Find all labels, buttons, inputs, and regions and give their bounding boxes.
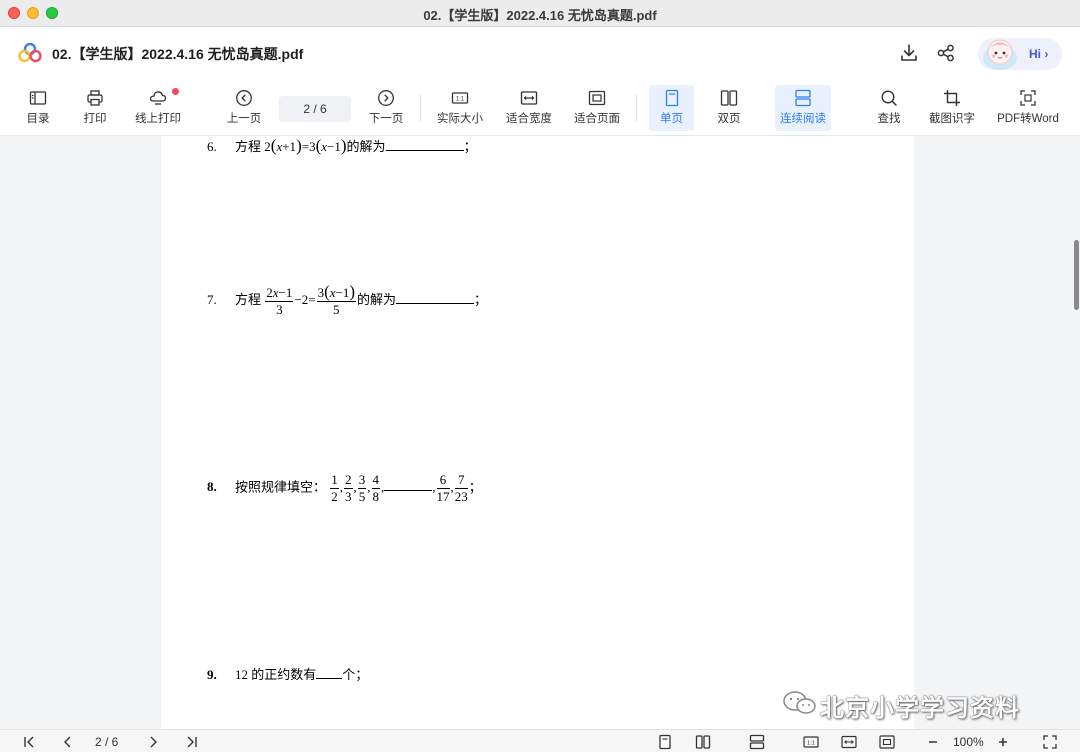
answer-blank <box>385 150 464 151</box>
toolbar-divider <box>636 94 637 122</box>
print-label: 打印 <box>83 113 107 125</box>
answer-blank <box>316 678 343 679</box>
equation-6: 2(x+1)=3(x−1) <box>264 136 347 155</box>
hi-label: Hi › <box>1029 47 1049 61</box>
next-page-button[interactable]: 下一页 <box>364 85 408 131</box>
question-7: 7. 方程 2x−1 3 −2= 3(x−1) 5 的解为； <box>207 282 488 317</box>
status-bar: 2 / 6 1:1 100% <box>0 729 1080 752</box>
continuous-reading-icon <box>795 89 811 107</box>
toc-button[interactable]: 目录 <box>18 85 58 131</box>
toolbar: 目录 打印 线上打印 上一页 2 / 6 下一页 1:1 实际大小 适合宽度 适… <box>0 80 1080 136</box>
chevron-right-circle-icon <box>378 90 394 106</box>
printer-icon <box>87 90 103 106</box>
fraction: 2x−1 3 <box>265 284 294 317</box>
fit-width-label: 适合宽度 <box>506 113 552 125</box>
toolbar-divider <box>420 94 421 122</box>
actual-size-icon[interactable]: 1:1 <box>803 734 819 750</box>
zoom-out-icon[interactable] <box>925 734 941 750</box>
download-icon[interactable] <box>899 43 919 63</box>
prev-page-button[interactable]: 上一页 <box>222 85 266 131</box>
pdf-to-word-label: PDF转Word <box>997 113 1059 125</box>
convert-icon <box>1020 90 1036 106</box>
window-title: 02.【学生版】2022.4.16 无忧岛真题.pdf <box>423 8 657 23</box>
first-page-icon[interactable] <box>22 734 38 750</box>
question-9: 9. 12 的正约数有 个； <box>207 667 369 682</box>
fullscreen-icon[interactable] <box>1042 734 1058 750</box>
answer-blank <box>384 490 433 492</box>
app-header: 02.【学生版】2022.4.16 无忧岛真题.pdf Hi › <box>0 27 1080 80</box>
question-6: 6. 方程 2(x+1)=3(x−1)的解为； <box>207 136 477 155</box>
toc-icon <box>29 91 47 105</box>
single-page-icon <box>665 89 678 107</box>
pdf-page: 6. 方程 2(x+1)=3(x−1)的解为； 7. 方程 2x−1 3 −2= 3(x−… <box>161 136 914 729</box>
fit-width-icon[interactable] <box>841 734 857 750</box>
print-button[interactable]: 打印 <box>75 85 115 131</box>
single-page-label: 单页 <box>660 113 683 125</box>
prev-page-label: 上一页 <box>226 113 262 125</box>
fit-page-icon[interactable] <box>879 734 895 750</box>
chevron-left-circle-icon <box>236 90 252 106</box>
notification-dot <box>172 88 179 95</box>
ocr-label: 截图识字 <box>929 113 975 125</box>
fit-width-icon <box>520 91 538 105</box>
toc-label: 目录 <box>26 113 50 125</box>
vertical-scrollbar[interactable] <box>1074 240 1079 310</box>
next-page-label: 下一页 <box>368 113 404 125</box>
ocr-screenshot-button[interactable]: 截图识字 <box>926 85 978 131</box>
fit-width-button[interactable]: 适合宽度 <box>503 85 555 131</box>
watermark-text: 北京小学学习资料 <box>820 695 1020 722</box>
zoom-in-icon[interactable] <box>995 734 1011 750</box>
search-icon <box>881 90 897 106</box>
find-button[interactable]: 查找 <box>868 85 910 131</box>
wechat-icon <box>783 691 816 714</box>
assistant-hi-button[interactable]: Hi › <box>978 38 1062 70</box>
actual-size-label: 实际大小 <box>437 113 483 125</box>
double-page-icon[interactable] <box>695 734 711 750</box>
fit-page-button[interactable]: 适合页面 <box>571 85 623 131</box>
double-page-icon <box>720 90 738 106</box>
actual-size-button[interactable]: 1:1 实际大小 <box>434 85 486 131</box>
zoom-level[interactable]: 100% <box>953 735 984 749</box>
find-label: 查找 <box>877 113 901 125</box>
single-page-button[interactable]: 单页 <box>649 85 694 131</box>
actual-size-icon: 1:1 <box>451 92 469 104</box>
page-indicator[interactable]: 2 / 6 <box>95 735 118 749</box>
cloud-print-icon <box>149 91 167 105</box>
double-page-button[interactable]: 双页 <box>707 85 751 131</box>
svg-text:1:1: 1:1 <box>807 741 815 747</box>
last-page-icon[interactable] <box>183 734 199 750</box>
fit-page-icon <box>588 90 606 106</box>
page-number-input[interactable]: 2 / 6 <box>279 96 351 122</box>
assistant-avatar-icon <box>983 39 1017 70</box>
document-viewer[interactable]: 6. 方程 2(x+1)=3(x−1)的解为； 7. 方程 2x−1 3 −2= 3(x−… <box>0 136 1080 729</box>
document-title: 02.【学生版】2022.4.16 无忧岛真题.pdf <box>52 46 304 62</box>
chevron-left-icon[interactable] <box>60 734 76 750</box>
continuous-reading-button[interactable]: 连续阅读 <box>775 85 831 131</box>
double-page-label: 双页 <box>717 113 741 125</box>
chevron-right-icon[interactable] <box>145 734 161 750</box>
svg-text:1:1: 1:1 <box>456 97 465 103</box>
fit-page-label: 适合页面 <box>574 113 620 125</box>
online-print-label: 线上打印 <box>135 113 181 125</box>
app-logo-icon <box>18 43 42 63</box>
pdf-to-word-button[interactable]: PDF转Word <box>994 85 1062 131</box>
answer-blank <box>396 302 475 304</box>
continuous-reading-icon[interactable] <box>749 734 765 750</box>
fraction: 3(x−1) 5 <box>316 282 357 317</box>
crop-icon <box>944 90 960 106</box>
question-8: 8. 按照规律填空： 1 2, 2 3, 3 5, 4 8,, 6 17, 7 23； <box>207 472 482 504</box>
window-titlebar: 02.【学生版】2022.4.16 无忧岛真题.pdf <box>0 0 1080 27</box>
continuous-reading-label: 连续阅读 <box>780 113 826 125</box>
single-page-icon[interactable] <box>657 734 673 750</box>
share-icon[interactable] <box>936 43 956 63</box>
